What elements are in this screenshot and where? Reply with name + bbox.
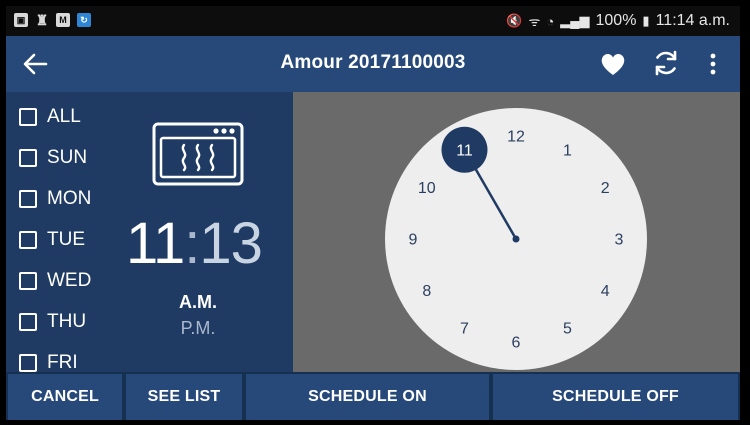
nfc-icon: ᯤ	[528, 14, 541, 29]
sync-app-icon: ↻	[77, 13, 91, 27]
checkbox[interactable]	[19, 107, 37, 126]
time-separator: :	[184, 211, 200, 276]
day-checkbox-all[interactable]: ALL	[19, 96, 91, 137]
page-title: Amour 20171100003	[280, 52, 466, 73]
refresh-icon[interactable]	[651, 48, 681, 78]
clock-number-7[interactable]: 7	[460, 321, 469, 338]
clock-area: 12 1 2 3 4 5 6 7 8 9 10 11	[293, 92, 740, 372]
clock-number-3[interactable]: 3	[615, 232, 624, 249]
wifi-icon: ◔	[546, 13, 555, 29]
day-label: ALL	[47, 105, 81, 127]
day-label: MON	[47, 187, 92, 209]
see-list-button[interactable]: SEE LIST	[126, 374, 242, 420]
clock-number-12[interactable]: 12	[507, 129, 525, 146]
schedule-on-button[interactable]: SCHEDULE ON	[246, 374, 489, 420]
checkbox[interactable]	[19, 230, 37, 249]
schedule-off-button[interactable]: SCHEDULE OFF	[493, 374, 738, 420]
clock-face[interactable]: 12 1 2 3 4 5 6 7 8 9 10 11	[385, 108, 647, 370]
day-label: TUE	[47, 228, 85, 250]
status-time: 11:14 a.m.	[655, 12, 730, 29]
checkbox[interactable]	[19, 353, 37, 372]
day-checkbox-mon[interactable]: MON	[19, 178, 91, 219]
clock-number-1[interactable]: 1	[563, 142, 572, 159]
day-label: WED	[47, 269, 92, 291]
checkbox[interactable]	[19, 271, 37, 290]
device-screen: ▣ ♜ M ↻ 🔇 ᯤ ◔ ▂▄▆ 100% ▮ 11:14 a.m. Amou…	[6, 6, 740, 420]
schedule-panel: ALL SUN MON TUE WED THU FRI 11:13 A.M. P…	[6, 92, 293, 373]
clock-number-11[interactable]: 11	[456, 142, 473, 159]
bottom-button-bar: CANCEL SEE LIST SCHEDULE ON SCHEDULE OFF	[6, 372, 740, 420]
time-hour[interactable]: 11	[126, 211, 185, 276]
day-label: THU	[47, 310, 87, 332]
notification-icons: ▣ ♜ M ↻	[14, 11, 91, 28]
overflow-menu-icon[interactable]	[703, 50, 723, 78]
am-toggle[interactable]: A.M.	[168, 292, 228, 313]
time-minute[interactable]: 13	[199, 211, 263, 276]
cancel-button[interactable]: CANCEL	[8, 374, 122, 420]
day-label: FRI	[47, 351, 78, 373]
favorite-heart-icon[interactable]	[599, 50, 627, 78]
mute-icon: 🔇	[506, 13, 523, 28]
checkbox[interactable]	[19, 312, 37, 331]
clock-number-10[interactable]: 10	[418, 180, 436, 197]
day-checkbox-sun[interactable]: SUN	[19, 137, 91, 178]
pm-toggle[interactable]: P.M.	[168, 318, 228, 339]
clock-number-2[interactable]: 2	[601, 180, 610, 197]
bug-icon: ♜	[35, 11, 49, 28]
clock-number-6[interactable]: 6	[512, 335, 521, 352]
signal-icon: ▂▄▆	[560, 13, 590, 28]
checkbox[interactable]	[19, 189, 37, 208]
oven-icon	[152, 122, 244, 186]
clock-number-9[interactable]: 9	[409, 232, 418, 249]
day-checkbox-thu[interactable]: THU	[19, 301, 91, 342]
clock-center-dot	[512, 235, 520, 243]
clock-number-5[interactable]: 5	[563, 321, 572, 338]
selected-time: 11:13	[126, 210, 271, 280]
clock-dial[interactable]: 121234567891011	[385, 108, 647, 370]
clock-number-8[interactable]: 8	[422, 283, 431, 300]
checkbox[interactable]	[19, 148, 37, 167]
day-label: SUN	[47, 146, 88, 168]
battery-icon: ▮	[642, 13, 650, 28]
battery-percent: 100%	[595, 12, 637, 29]
day-checkbox-wed[interactable]: WED	[19, 260, 91, 301]
day-checkbox-tue[interactable]: TUE	[19, 219, 91, 260]
gmail-icon: M	[56, 13, 70, 27]
clock-number-4[interactable]: 4	[601, 283, 610, 300]
status-bar: ▣ ♜ M ↻ 🔇 ᯤ ◔ ▂▄▆ 100% ▮ 11:14 a.m.	[6, 6, 740, 36]
app-bar: Amour 20171100003	[6, 36, 740, 92]
photo-icon: ▣	[14, 13, 28, 27]
status-indicators: 🔇 ᯤ ◔ ▂▄▆ 100% ▮ 11:14 a.m.	[506, 12, 730, 30]
day-list: ALL SUN MON TUE WED THU FRI	[19, 96, 91, 383]
